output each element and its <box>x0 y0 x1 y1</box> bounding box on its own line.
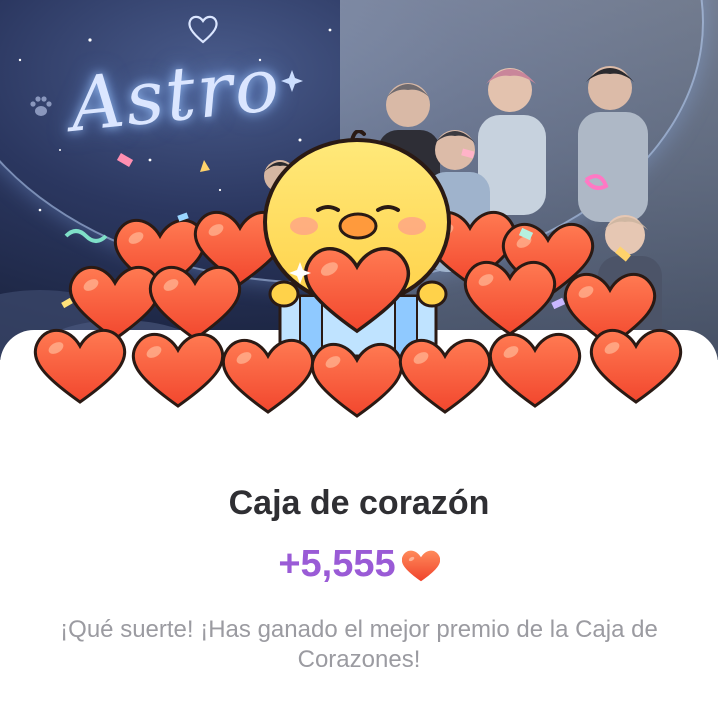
reward-amount-row: +5,555 <box>0 543 718 586</box>
reward-title: Caja de corazón <box>228 484 490 522</box>
reward-amount: +5,555 <box>278 543 396 585</box>
heart-icon <box>401 550 440 581</box>
heart-box-illustration <box>33 130 683 418</box>
reward-message: ¡Qué suerte! ¡Has ganado el mejor premio… <box>60 616 658 673</box>
paw-icon <box>30 96 52 116</box>
heart-outline-icon <box>188 15 218 44</box>
